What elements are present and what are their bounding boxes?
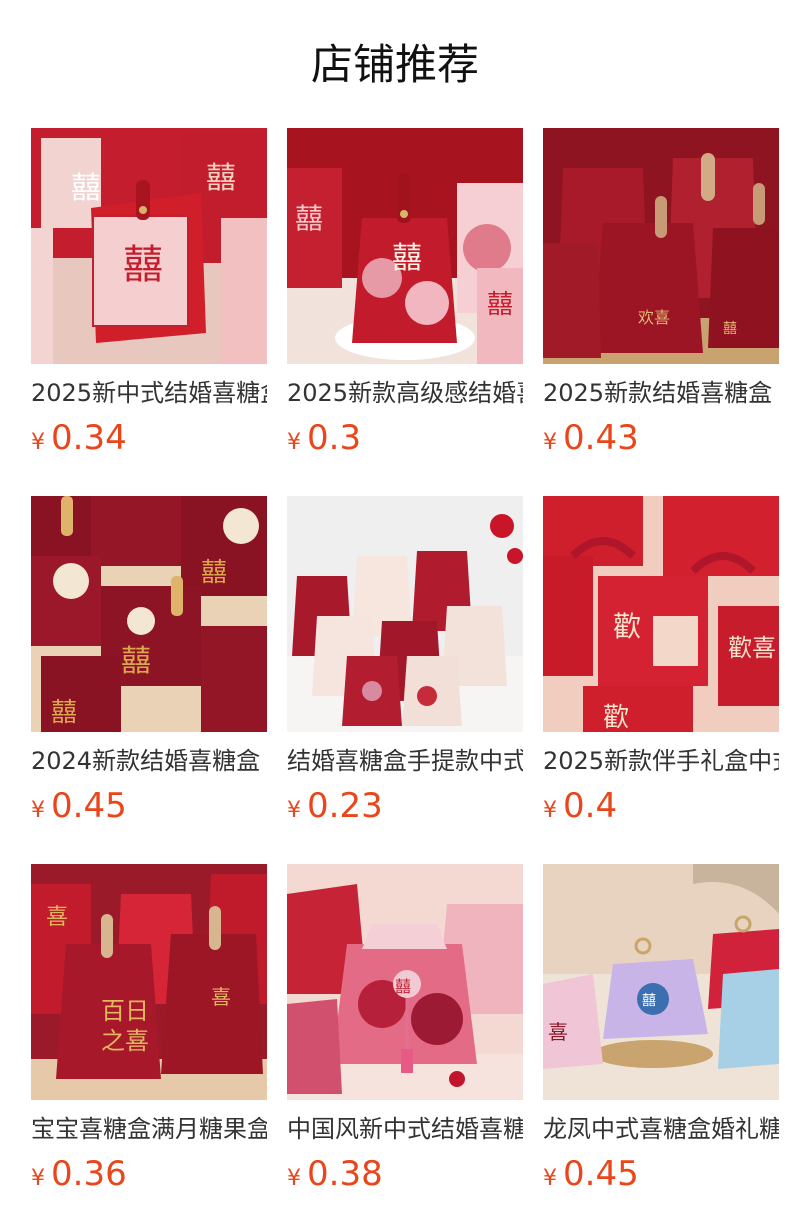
svg-text:囍: 囍: [295, 202, 323, 235]
product-card[interactable]: 囍 喜 龙凤中式喜糖盒婚礼糖盒 ¥0.45: [543, 864, 779, 1204]
product-image[interactable]: 囍: [287, 864, 523, 1100]
product-price: ¥0.45: [31, 784, 127, 828]
product-price: ¥0.3: [287, 416, 361, 460]
svg-text:歡: 歡: [613, 610, 641, 643]
product-price: ¥0.43: [543, 416, 639, 460]
product-price: ¥0.4: [543, 784, 617, 828]
product-price: ¥0.36: [31, 1152, 127, 1196]
product-name[interactable]: 2024新款结婚喜糖盒: [31, 744, 267, 778]
svg-text:囍: 囍: [392, 241, 422, 276]
product-price: ¥0.34: [31, 416, 127, 460]
product-image[interactable]: 囍 喜: [543, 864, 779, 1100]
svg-text:囍: 囍: [723, 321, 737, 337]
price-value: 0.43: [563, 418, 639, 458]
product-card[interactable]: 囍 囍 囍 2025新中式结婚喜糖盒 ¥0.34: [31, 128, 267, 468]
svg-text:喜: 喜: [548, 1020, 568, 1044]
svg-text:喜: 喜: [211, 985, 231, 1009]
product-price: ¥0.45: [543, 1152, 639, 1196]
currency-symbol: ¥: [31, 1166, 45, 1191]
currency-symbol: ¥: [543, 798, 557, 823]
product-card[interactable]: 百日 之喜 喜 喜 宝宝喜糖盒满月糖果盒 ¥0.36: [31, 864, 267, 1204]
price-value: 0.45: [51, 786, 127, 826]
svg-text:欢喜: 欢喜: [638, 308, 670, 327]
svg-text:歡喜: 歡喜: [728, 634, 776, 662]
svg-text:囍: 囍: [395, 977, 411, 996]
svg-text:喜: 喜: [46, 905, 68, 930]
product-image[interactable]: 欢喜 囍: [543, 128, 779, 364]
product-card[interactable]: 囍 囍 囍 2025新款高级感结婚喜糖盒 ¥0.3: [287, 128, 523, 468]
product-name[interactable]: 结婚喜糖盒手提款中式: [287, 744, 523, 778]
product-image[interactable]: 囍 囍 囍: [287, 128, 523, 364]
product-name[interactable]: 2025新款结婚喜糖盒: [543, 376, 779, 410]
product-image[interactable]: 歡 歡喜 歡: [543, 496, 779, 732]
product-grid: 囍 囍 囍 2025新中式结婚喜糖盒 ¥0.34 囍 囍 囍 2025新款高级感…: [31, 128, 779, 1232]
svg-text:囍: 囍: [206, 161, 236, 196]
currency-symbol: ¥: [31, 430, 45, 455]
svg-text:囍: 囍: [642, 993, 656, 1009]
currency-symbol: ¥: [287, 1166, 301, 1191]
svg-text:囍: 囍: [487, 290, 513, 320]
product-card[interactable]: 结婚喜糖盒手提款中式 ¥0.23: [287, 496, 523, 836]
page-title: 店铺推荐: [310, 40, 479, 89]
product-image[interactable]: 囍 囍 囍: [31, 128, 267, 364]
currency-symbol: ¥: [287, 430, 301, 455]
price-value: 0.36: [51, 1154, 127, 1194]
svg-text:囍: 囍: [51, 698, 77, 728]
svg-text:囍: 囍: [123, 242, 163, 288]
currency-symbol: ¥: [543, 1166, 557, 1191]
product-image[interactable]: 百日 之喜 喜 喜: [31, 864, 267, 1100]
svg-text:囍: 囍: [71, 171, 101, 206]
product-image[interactable]: 囍 囍 囍: [31, 496, 267, 732]
price-value: 0.38: [307, 1154, 383, 1194]
product-name[interactable]: 2025新款伴手礼盒中式: [543, 744, 779, 778]
product-price: ¥0.38: [287, 1152, 383, 1196]
currency-symbol: ¥: [287, 798, 301, 823]
currency-symbol: ¥: [31, 798, 45, 823]
price-value: 0.34: [51, 418, 127, 458]
product-price: ¥0.23: [287, 784, 383, 828]
price-value: 0.23: [307, 786, 383, 826]
product-card[interactable]: 囍 中国风新中式结婚喜糖盒 ¥0.38: [287, 864, 523, 1204]
product-name[interactable]: 中国风新中式结婚喜糖盒: [287, 1112, 523, 1146]
product-card[interactable]: 囍 囍 囍 2024新款结婚喜糖盒 ¥0.45: [31, 496, 267, 836]
price-value: 0.4: [563, 786, 618, 826]
product-name[interactable]: 2025新中式结婚喜糖盒: [31, 376, 267, 410]
svg-text:歡: 歡: [603, 703, 629, 732]
product-card[interactable]: 欢喜 囍 2025新款结婚喜糖盒 ¥0.43: [543, 128, 779, 468]
price-value: 0.45: [563, 1154, 639, 1194]
product-image[interactable]: [287, 496, 523, 732]
price-value: 0.3: [307, 418, 362, 458]
currency-symbol: ¥: [543, 430, 557, 455]
product-name[interactable]: 龙凤中式喜糖盒婚礼糖盒: [543, 1112, 779, 1146]
svg-text:囍: 囍: [201, 558, 227, 588]
svg-text:百日: 百日: [101, 997, 149, 1025]
svg-text:之喜: 之喜: [101, 1027, 149, 1055]
product-name[interactable]: 宝宝喜糖盒满月糖果盒: [31, 1112, 267, 1146]
product-card[interactable]: 歡 歡喜 歡 2025新款伴手礼盒中式 ¥0.4: [543, 496, 779, 836]
svg-text:囍: 囍: [121, 644, 151, 679]
product-name[interactable]: 2025新款高级感结婚喜糖盒: [287, 376, 523, 410]
